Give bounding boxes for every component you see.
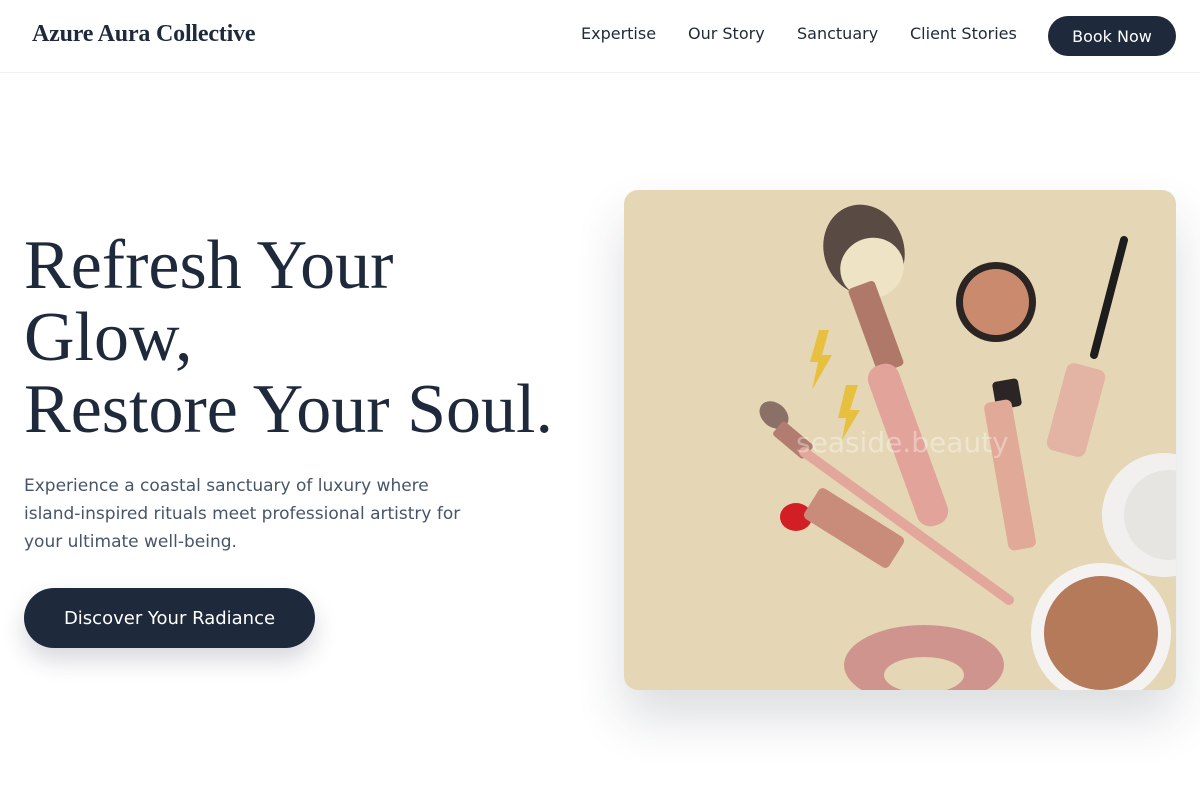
hero-headline-line-1: Refresh Your: [24, 227, 394, 304]
cream-pot-icon: [956, 262, 1036, 342]
scrunchie-icon: [844, 625, 1004, 690]
hero-headline-line-2: Glow,: [24, 299, 193, 376]
discover-radiance-button[interactable]: Discover Your Radiance: [24, 588, 315, 648]
powder-brush-icon: [823, 204, 949, 527]
mascara-icon: [1046, 236, 1128, 457]
hero-headline-line-3: Restore Your Soul.: [24, 371, 553, 448]
image-watermark: seaside.beauty: [796, 426, 1009, 459]
hero-headline: Refresh Your Glow, Restore Your Soul.: [24, 230, 604, 446]
hero-image: seaside.beauty: [624, 190, 1176, 690]
lipstick-icon: [780, 488, 905, 568]
compact-powder-icon: [1031, 453, 1176, 690]
lightning-earrings-icon: [810, 330, 860, 440]
book-now-button[interactable]: Book Now: [1048, 16, 1176, 56]
nav-link-sanctuary[interactable]: Sanctuary: [797, 24, 878, 43]
site-header: Azure Aura Collective Expertise Our Stor…: [0, 0, 1200, 73]
nav-link-expertise[interactable]: Expertise: [581, 24, 656, 43]
brand-logo[interactable]: Azure Aura Collective: [32, 21, 255, 48]
nav-link-client-stories[interactable]: Client Stories: [910, 24, 1017, 43]
hero-subtext: Experience a coastal sanctuary of luxury…: [24, 476, 461, 552]
lip-gloss-icon: [984, 378, 1036, 551]
nav-link-our-story[interactable]: Our Story: [688, 24, 765, 43]
